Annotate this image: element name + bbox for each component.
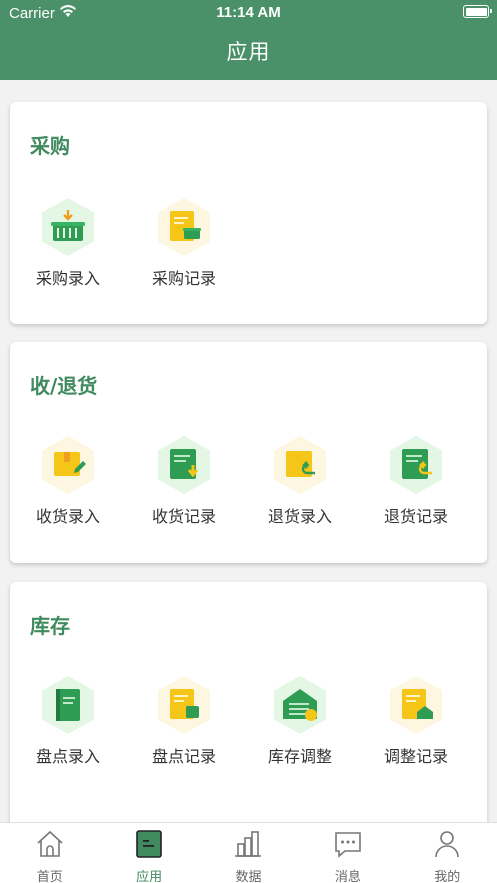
apps-icon [136,830,162,858]
app-item-label: 盘点录入 [35,747,100,766]
app-item-label: 盘点记录 [151,747,216,766]
receive-record-icon [155,435,213,495]
app-item-stock-adjust[interactable]: 库存调整 [242,675,358,767]
section-title: 库存 [30,614,70,638]
section-title: 收/退货 [30,374,98,398]
stocktake-entry-icon [39,675,97,735]
app-item-stocktake-record[interactable]: 盘点记录 [126,675,242,767]
return-record-icon [387,435,445,495]
tab-label: 数据 [235,870,262,883]
app-item-label: 退货录入 [267,507,332,526]
page-title: 应用 [226,40,271,64]
app-item-receive-entry[interactable]: 收货录入 [10,435,126,527]
tab-label: 首页 [36,870,63,883]
app-item-label: 收货录入 [35,507,100,526]
tab-label: 消息 [334,870,361,883]
app-item-stocktake-entry[interactable]: 盘点录入 [10,675,126,767]
receive-entry-icon [39,435,97,495]
purchase-entry-icon [39,197,97,257]
stocktake-record-icon [155,675,213,735]
section-card-purchase: 采购 采购录入 采购记录 [10,102,487,324]
tab-label: 应用 [136,870,163,883]
app-item-label: 收货记录 [151,507,216,526]
stock-adjust-icon [271,675,329,735]
profile-icon [435,831,460,858]
battery-icon [463,5,492,18]
section-title: 采购 [30,134,70,158]
section-card-receive-return: 收/退货 收货录入 收货记录 退货录入 退货记录 [10,342,487,563]
app-item-purchase-record[interactable]: 采购记录 [126,197,242,289]
app-item-label: 采购记录 [151,269,216,288]
tab-apps[interactable]: 应用 [99,823,198,883]
adjust-record-icon [387,675,445,735]
purchase-record-icon [155,197,213,257]
tab-data[interactable]: 数据 [199,823,298,883]
status-bar: Carrier 11:14 AM [0,0,497,26]
app-item-purchase-entry[interactable]: 采购录入 [10,197,126,289]
tab-messages[interactable]: 消息 [298,823,397,883]
app-item-receive-record[interactable]: 收货记录 [126,435,242,527]
tab-home[interactable]: 首页 [0,823,99,883]
app-item-return-record[interactable]: 退货记录 [358,435,474,527]
status-time: 11:14 AM [216,4,281,21]
message-icon [335,832,361,858]
section-card-inventory: 库存 盘点录入 盘点记录 库存调整 调整记录 [10,582,487,832]
app-header: Carrier 11:14 AM 应用 [0,0,497,80]
app-item-label: 退货记录 [383,507,448,526]
bottom-tab-bar: 首页 应用 数据 消息 我的 [0,822,497,883]
tab-label: 我的 [434,870,461,883]
app-item-label: 采购录入 [35,269,100,288]
app-item-label: 库存调整 [267,747,332,766]
app-item-adjust-record[interactable]: 调整记录 [358,675,474,767]
return-entry-icon [271,435,329,495]
tab-profile[interactable]: 我的 [398,823,497,883]
app-item-return-entry[interactable]: 退货录入 [242,435,358,527]
data-icon [235,831,262,857]
home-icon [37,830,63,857]
app-item-label: 调整记录 [383,747,448,766]
